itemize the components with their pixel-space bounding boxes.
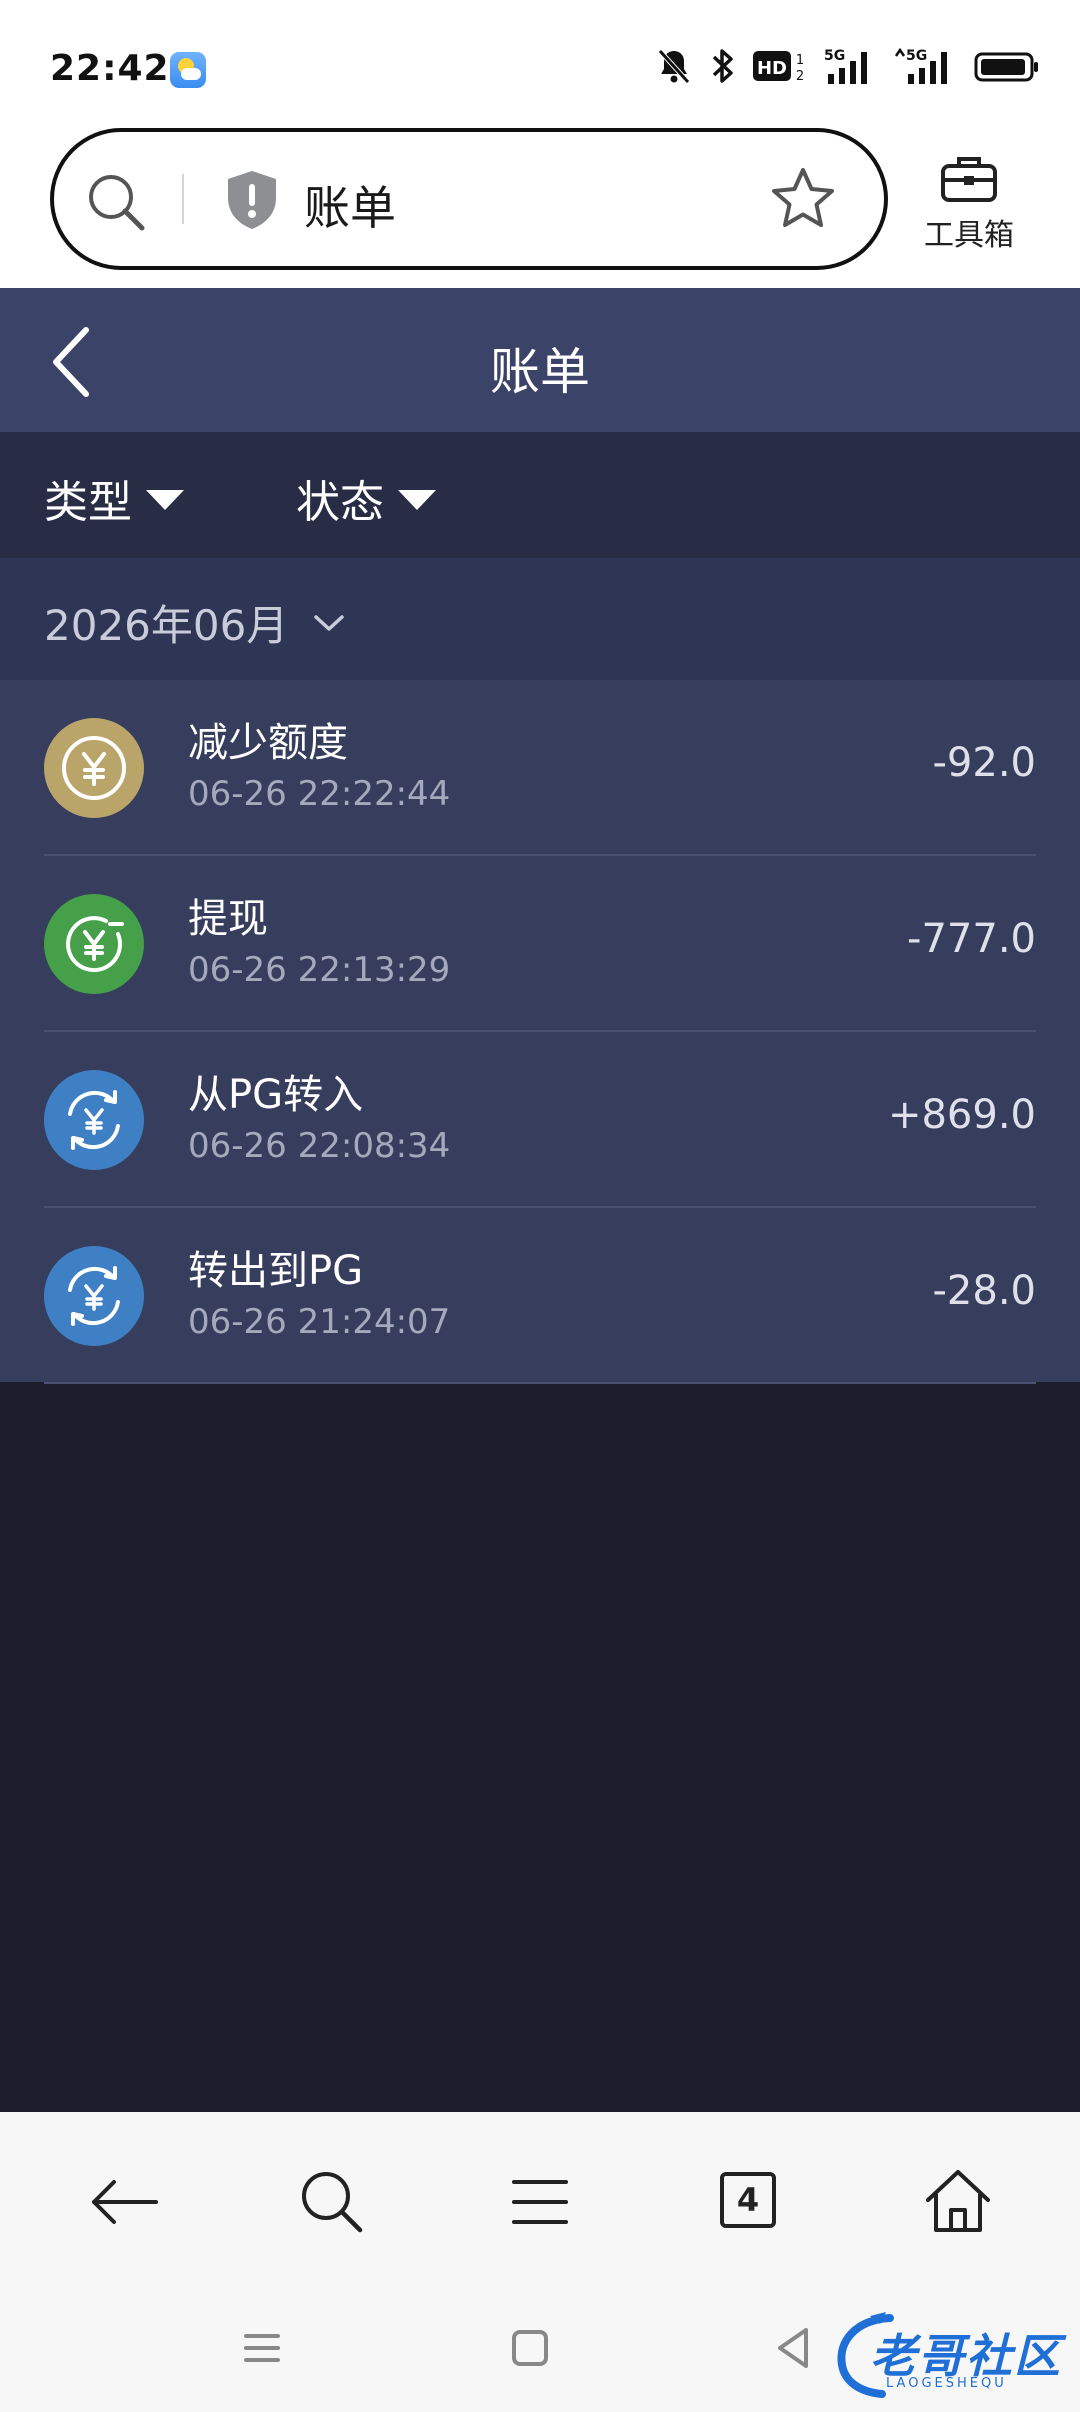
transaction-time: 06-26 22:08:34 (188, 1126, 451, 1166)
withdraw-yen-icon (44, 894, 144, 994)
url-field[interactable]: 账单 (50, 128, 888, 270)
transfer-yen-icon (44, 1070, 144, 1170)
month-selector[interactable]: 2026年06月 (44, 592, 346, 653)
back-nav-icon[interactable] (84, 2162, 164, 2242)
signal-5g-icon: 5G (824, 48, 867, 84)
search-icon[interactable] (84, 170, 148, 234)
shield-warning-icon[interactable] (224, 168, 280, 232)
tabs-button[interactable]: 4 (708, 2162, 788, 2242)
back-triangle-icon[interactable] (770, 2324, 818, 2372)
menu-icon[interactable] (500, 2162, 580, 2242)
transaction-title: 减少额度 (188, 720, 348, 766)
filter-bar: 类型 状态 (0, 432, 1080, 558)
caret-down-icon (146, 490, 184, 510)
battery-icon (974, 52, 1038, 82)
recent-apps-icon[interactable] (238, 2324, 286, 2372)
month-label: 2026年06月 (44, 601, 289, 650)
transaction-row[interactable]: 从PG转入 06-26 22:08:34 +869.0 (0, 1032, 1080, 1208)
url-divider (182, 174, 184, 224)
hd-icon: HD 1 2 (753, 51, 804, 84)
type-filter-dropdown[interactable]: 类型 (44, 466, 184, 530)
bluetooth-icon (712, 49, 733, 83)
watermark-logo: 老哥社区 LAOGESHEQU (830, 2310, 1070, 2400)
tab-count: 4 (720, 2172, 776, 2228)
transaction-time: 06-26 22:22:44 (188, 774, 451, 814)
type-filter-label: 类型 (44, 477, 132, 528)
mute-bell-icon (658, 49, 690, 84)
status-filter-dropdown[interactable]: 状态 (296, 466, 436, 530)
status-bar: 22:42 HD 1 2 5G 5G (0, 0, 1080, 124)
transaction-title: 转出到PG (188, 1248, 364, 1294)
chevron-down-icon (314, 614, 345, 631)
svg-text:2: 2 (796, 69, 804, 84)
svg-text:1: 1 (796, 53, 804, 68)
transfer-yen-icon (44, 1246, 144, 1346)
caret-down-icon (398, 490, 436, 510)
transaction-title: 提现 (188, 896, 268, 942)
toolbox-button[interactable]: 工具箱 (914, 154, 1024, 264)
home-square-icon[interactable] (506, 2324, 554, 2372)
transaction-row[interactable]: 提现 06-26 22:13:29 -777.0 (0, 856, 1080, 1032)
status-filter-label: 状态 (296, 477, 384, 528)
svg-text:HD: HD (757, 58, 787, 79)
system-nav-bar: 老哥社区 LAOGESHEQU (0, 2282, 1080, 2412)
transaction-time: 06-26 22:13:29 (188, 950, 451, 990)
transaction-amount: -92.0 (932, 740, 1037, 786)
toolbox-label: 工具箱 (924, 218, 1014, 253)
home-icon[interactable] (918, 2162, 998, 2242)
status-time: 22:42 (50, 48, 170, 89)
browser-bottom-nav: 4 (0, 2112, 1080, 2282)
transaction-title: 从PG转入 (188, 1072, 364, 1118)
svg-text:5G: 5G (824, 48, 845, 64)
yen-coin-icon (44, 718, 144, 818)
status-icons: HD 1 2 5G 5G (654, 46, 1040, 86)
star-bookmark-icon[interactable] (768, 164, 838, 234)
transaction-time: 06-26 21:24:07 (188, 1302, 451, 1342)
search-nav-icon[interactable] (292, 2162, 372, 2242)
transaction-row[interactable]: 转出到PG 06-26 21:24:07 -28.0 (0, 1208, 1080, 1384)
svg-text:5G: 5G (906, 48, 927, 64)
transaction-row[interactable]: 减少额度 06-26 22:22:44 -92.0 (0, 680, 1080, 856)
browser-address-bar: 账单 工具箱 (0, 124, 1080, 288)
row-divider (44, 1382, 1036, 1384)
page-header: 账单 (0, 288, 1080, 432)
signal-5g-icon-2: 5G (894, 47, 947, 84)
weather-icon (170, 52, 206, 88)
transaction-amount: -777.0 (907, 916, 1036, 962)
watermark-subtext: LAOGESHEQU (886, 2376, 1007, 2391)
transaction-amount: -28.0 (932, 1268, 1037, 1314)
month-bar: 2026年06月 (0, 558, 1080, 680)
url-text[interactable]: 账单 (304, 172, 396, 238)
page-title: 账单 (490, 343, 590, 401)
transaction-amount: +869.0 (887, 1092, 1036, 1138)
transaction-list: 减少额度 06-26 22:22:44 -92.0 提现 06-26 22:13… (0, 680, 1080, 1384)
toolbox-icon (941, 157, 997, 202)
